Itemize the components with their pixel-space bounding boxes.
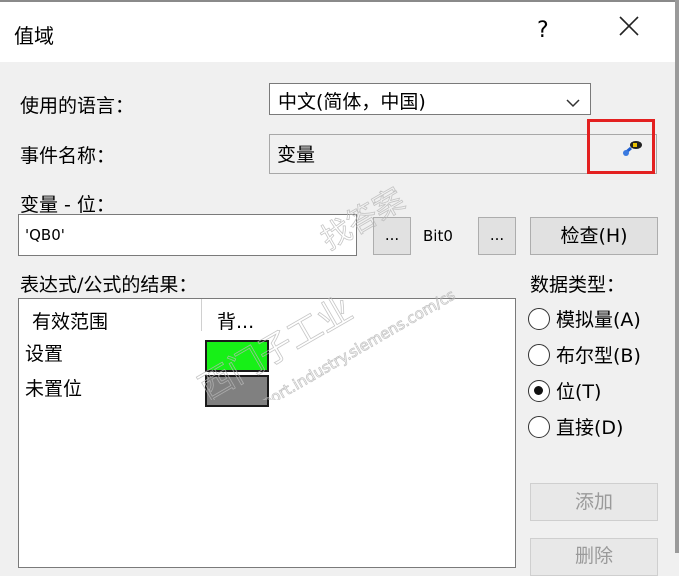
chevron-down-icon bbox=[566, 93, 580, 112]
event-name-label: 事件名称： bbox=[20, 145, 116, 167]
column-header-background[interactable]: 背... bbox=[217, 307, 254, 334]
window-right-border bbox=[675, 0, 679, 553]
variable-input[interactable]: 'QB0' bbox=[18, 214, 357, 256]
radio-label: 位(T) bbox=[556, 381, 602, 403]
radio-label: 直接(D) bbox=[556, 417, 624, 439]
column-header-divider bbox=[201, 299, 202, 331]
radio-circle-icon bbox=[528, 416, 550, 438]
radio-label: 布尔型(B) bbox=[556, 345, 641, 367]
event-select-icon bbox=[622, 139, 644, 161]
radio-circle-icon bbox=[528, 344, 550, 366]
column-header-range[interactable]: 有效范围 bbox=[32, 307, 108, 334]
window-top-border bbox=[0, 0, 679, 2]
variable-browse-button[interactable]: ... bbox=[373, 217, 411, 255]
variable-bit-label: 变量 - 位： bbox=[20, 194, 115, 216]
radio-circle-selected-icon bbox=[528, 380, 550, 402]
variable-input-value: 'QB0' bbox=[25, 226, 65, 244]
delete-button[interactable]: 删除 bbox=[530, 538, 658, 576]
title-bar bbox=[0, 0, 679, 62]
event-select-button[interactable] bbox=[587, 119, 655, 174]
add-button[interactable]: 添加 bbox=[530, 483, 658, 521]
help-button[interactable]: ? bbox=[537, 18, 549, 43]
results-list[interactable]: 有效范围 背... 设置 未置位 bbox=[18, 298, 516, 568]
close-button[interactable] bbox=[618, 14, 640, 42]
results-label: 表达式/公式的结果： bbox=[20, 274, 198, 296]
event-name-value: 变量 bbox=[277, 144, 316, 166]
bit-browse-button[interactable]: ... bbox=[478, 217, 516, 255]
list-item-label[interactable]: 未置位 bbox=[25, 374, 82, 401]
bit-label: Bit0 bbox=[423, 227, 453, 245]
list-item-label[interactable]: 设置 bbox=[25, 339, 63, 366]
radio-circle-icon bbox=[528, 308, 550, 330]
language-select[interactable]: 中文(简体，中国) bbox=[269, 83, 591, 115]
language-label: 使用的语言： bbox=[20, 95, 135, 117]
color-swatch-unset[interactable] bbox=[205, 375, 269, 407]
color-swatch-set[interactable] bbox=[205, 340, 269, 372]
language-selected-value: 中文(简体，中国) bbox=[278, 91, 426, 113]
data-type-label: 数据类型： bbox=[530, 274, 626, 296]
radio-label: 模拟量(A) bbox=[556, 309, 641, 331]
window-title: 值域 bbox=[14, 24, 54, 48]
close-icon bbox=[619, 16, 639, 36]
check-button[interactable]: 检查(H) bbox=[530, 217, 658, 255]
